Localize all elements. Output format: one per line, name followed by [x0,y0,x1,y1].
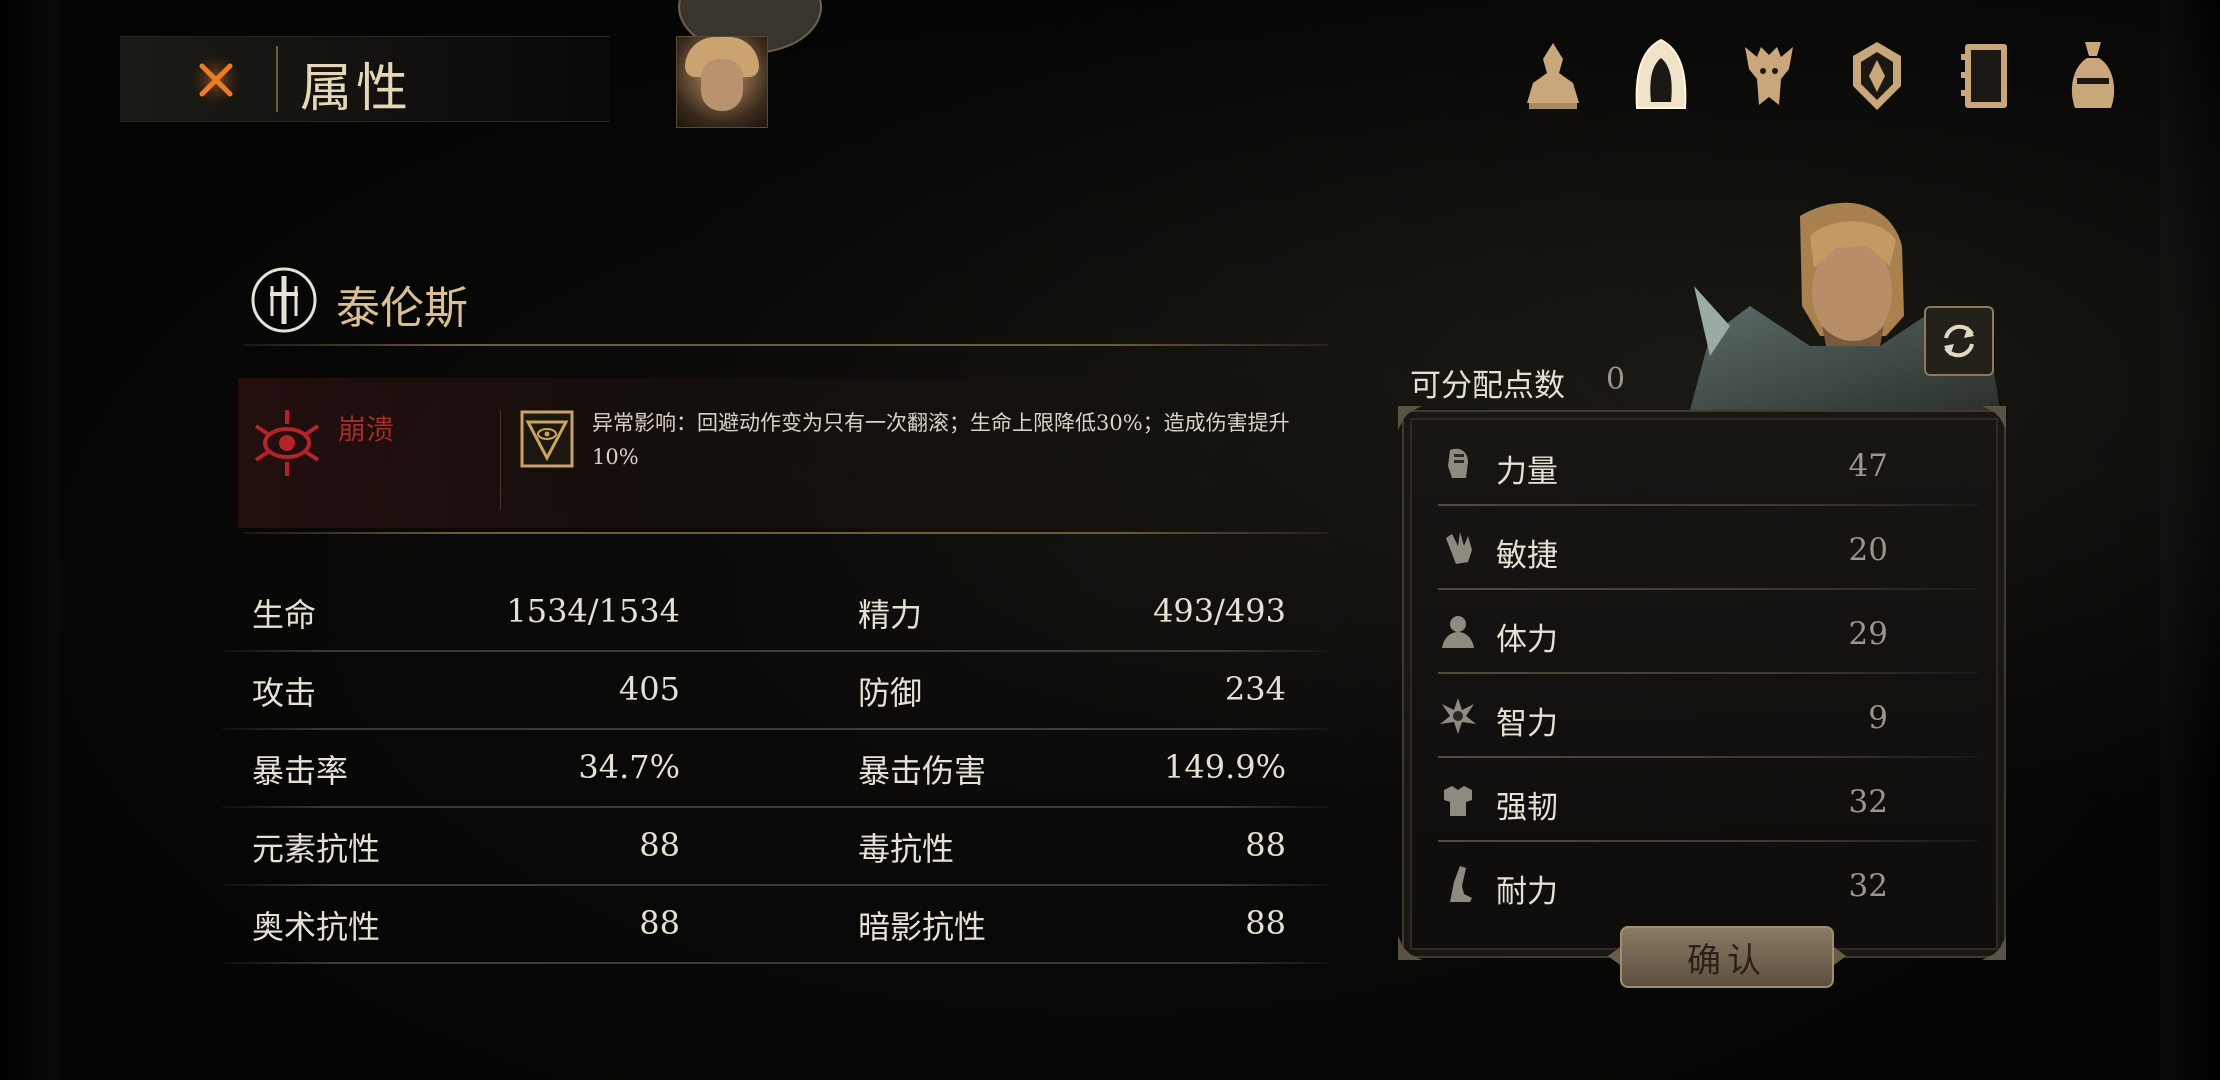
stat-label: 暴击率 [252,752,349,790]
armor-icon [1444,786,1472,816]
fist-icon [1448,448,1468,478]
close-button[interactable] [186,50,246,110]
stat-row: 暴击率 34.7% 暴击伤害 149.9% [222,736,1328,814]
bust-icon [1442,616,1474,648]
page-title: 属性 [300,59,413,119]
attribute-label: 体力 [1496,622,1558,658]
stat-value: 234 [1224,670,1286,708]
attribute-label: 强韧 [1496,790,1558,826]
journal-icon [1961,44,2007,108]
attribute-row-vitality[interactable]: 体力 29 [1438,590,1978,674]
hand-icon [1446,532,1472,564]
stat-value: 405 [618,670,680,708]
status-bottom-divider [244,532,1328,534]
stat-value: 1534/1534 [506,592,680,630]
hood-icon [1635,38,1687,109]
spark-icon [1440,698,1476,734]
attribute-label: 耐力 [1496,874,1558,910]
character-name: 泰伦斯 [336,283,468,334]
stat-value: 88 [639,904,680,942]
stat-value: 88 [639,826,680,864]
attribute-value: 32 [1848,784,1888,820]
stat-label: 毒抗性 [858,830,955,868]
refresh-icon [1944,324,1974,358]
stat-row: 生命 1534/1534 精力 493/493 [222,580,1328,658]
status-effect-description: 异常影响：回避动作变为只有一次翻滚；生命上限降低30%；造成伤害提升10% [592,411,1290,469]
character-portrait [1690,196,2000,410]
stats-table: 生命 1534/1534 精力 493/493 攻击 405 防御 234 暴击… [222,580,1328,970]
character-avatar[interactable] [676,36,768,128]
attribute-value: 32 [1848,868,1888,904]
attribute-label: 智力 [1496,706,1558,742]
status-divider [500,410,501,510]
stat-row: 奥术抗性 88 暗影抗性 88 [222,892,1328,970]
stat-label: 防御 [858,674,923,712]
nav-shield[interactable] [1840,34,1914,118]
stat-value: 88 [1245,826,1286,864]
header-divider [276,46,278,112]
stat-label: 暗影抗性 [858,908,987,946]
unallocated-points-value: 0 [1606,362,1626,397]
panel-corner-ornament [1982,936,2006,960]
confirm-button[interactable]: 确认 [1620,926,1834,988]
stat-label: 攻击 [252,674,317,712]
panel-corner-ornament [1398,406,1422,430]
nav-journal[interactable] [1948,34,2022,118]
stat-value: 88 [1245,904,1286,942]
shield-emblem-icon [1853,42,1901,110]
attribute-label: 敏捷 [1496,538,1558,574]
top-nav [1516,34,2130,118]
nav-hood[interactable] [1624,34,1698,118]
pouch-icon [2071,42,2115,108]
close-icon [190,54,242,106]
stat-label: 元素抗性 [252,830,381,868]
collapse-status-icon [250,406,324,480]
stat-value: 149.9% [1163,748,1286,786]
attribute-value: 9 [1868,700,1888,736]
left-frame-edge [0,0,60,1080]
attribute-row-strength[interactable]: 力量 47 [1438,422,1978,506]
stat-label: 暴击伤害 [858,752,987,790]
unallocated-points-label: 可分配点数 [1410,368,1565,404]
stat-label: 精力 [858,596,923,634]
name-divider [244,344,1328,346]
stat-row: 攻击 405 防御 234 [222,658,1328,736]
status-effect-name: 崩溃 [338,413,395,446]
stat-row: 元素抗性 88 毒抗性 88 [222,814,1328,892]
attribute-row-endurance[interactable]: 耐力 32 [1438,842,1978,926]
leg-icon [1450,866,1472,902]
attribute-row-agility[interactable]: 敏捷 20 [1438,506,1978,590]
stat-label: 奥术抗性 [252,908,381,946]
panel-corner-ornament [1398,936,1422,960]
character-icon [1527,43,1579,109]
attribute-value: 47 [1848,448,1888,484]
panel-corner-ornament [1982,406,2006,430]
nav-pouch[interactable] [2056,34,2130,118]
attribute-row-intelligence[interactable]: 智力 9 [1438,674,1978,758]
anomaly-eye-icon [520,410,574,468]
character-emblem-icon [250,266,318,334]
attribute-value: 20 [1848,532,1888,568]
stat-label: 生命 [252,596,317,634]
attribute-row-toughness[interactable]: 强韧 32 [1438,758,1978,842]
nav-character[interactable] [1516,34,1590,118]
stat-value: 493/493 [1153,592,1286,630]
stat-value: 34.7% [578,748,680,786]
attribute-value: 29 [1848,616,1888,652]
nav-beast[interactable] [1732,34,1806,118]
reset-points-button[interactable] [1924,306,1994,376]
right-frame-edge [2160,0,2220,1080]
beast-icon [1745,47,1793,105]
attribute-label: 力量 [1496,454,1558,490]
